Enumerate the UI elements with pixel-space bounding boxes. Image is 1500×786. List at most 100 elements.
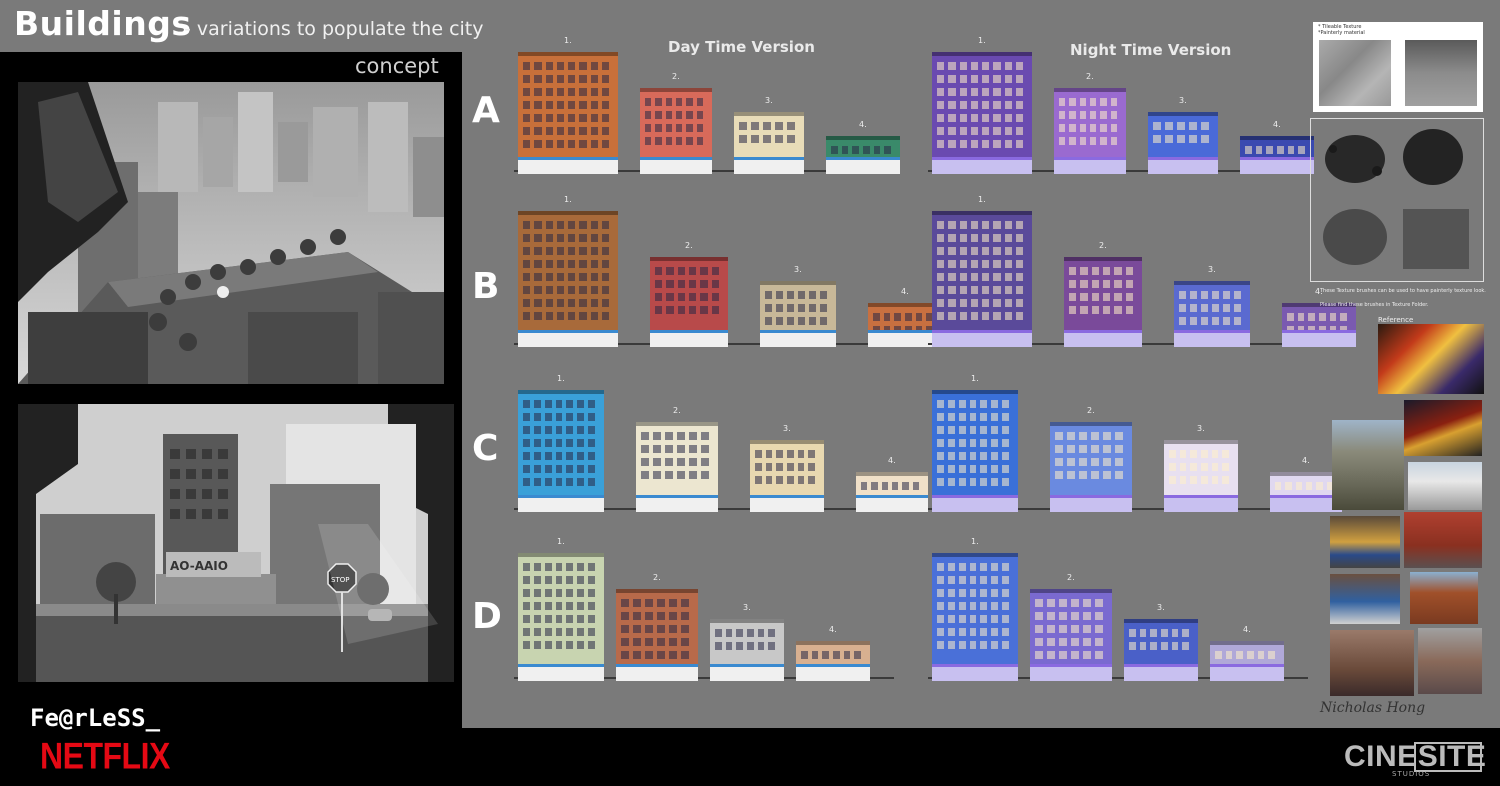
building-window [711, 293, 719, 301]
building-window [1004, 62, 1012, 70]
building-window [948, 247, 956, 255]
building-window [947, 602, 955, 610]
building-window [568, 140, 576, 148]
building-window [1319, 313, 1326, 321]
building-night-a2 [1054, 88, 1126, 174]
building-window [1103, 280, 1111, 288]
building-window [970, 101, 978, 109]
building-window [937, 88, 945, 96]
building-window [555, 576, 563, 584]
building-window [970, 127, 978, 135]
building-window [1298, 146, 1305, 154]
building-window [991, 426, 999, 434]
building-window [556, 286, 564, 294]
building-window [621, 625, 629, 633]
building-window [601, 247, 609, 255]
building-window [566, 628, 574, 636]
building-window [776, 463, 783, 471]
building-window [1059, 612, 1067, 620]
building-night-a3 [1148, 112, 1218, 174]
building-window [523, 299, 531, 307]
texture-note: * Tileable Texture *Painterly material [1318, 24, 1365, 36]
building-window [545, 101, 553, 109]
building-number-day-d3: 3. [743, 603, 751, 612]
building-window [959, 88, 967, 96]
building-window [970, 260, 978, 268]
building-window [822, 651, 829, 659]
building-window [991, 563, 999, 571]
building-number-night-d1: 1. [971, 537, 979, 546]
building-window [1002, 465, 1009, 473]
building-window [566, 602, 574, 610]
building-window [1125, 267, 1133, 275]
building-window [1069, 124, 1076, 132]
building-window [566, 452, 574, 460]
building-window [566, 426, 574, 434]
building-window [1182, 642, 1189, 650]
building-window [980, 641, 988, 649]
building-window [982, 247, 990, 255]
building-window [991, 465, 999, 473]
building-window [959, 75, 967, 83]
building-window [545, 114, 553, 122]
building-window [621, 651, 629, 659]
building-window [1004, 140, 1012, 148]
building-window [601, 286, 609, 294]
building-window [533, 602, 541, 610]
building-window [577, 576, 585, 584]
building-window [590, 127, 598, 135]
building-window [1114, 280, 1122, 288]
building-window [1055, 458, 1063, 466]
building-window [1277, 146, 1284, 154]
building-storefront [518, 664, 604, 681]
building-window [937, 234, 945, 242]
building-window [566, 576, 574, 584]
building-storefront [1030, 664, 1112, 681]
building-window [970, 88, 978, 96]
day-version-title: Day Time Version [668, 38, 815, 56]
building-storefront [710, 664, 784, 681]
building-window [657, 638, 665, 646]
building-window [970, 312, 978, 320]
building-window [982, 75, 990, 83]
building-window [523, 439, 530, 447]
building-window [556, 62, 564, 70]
building-window [808, 463, 815, 471]
building-window [1100, 124, 1107, 132]
building-window [958, 589, 966, 597]
building-window [1002, 478, 1009, 486]
building-window [1266, 146, 1273, 154]
building-window [533, 452, 541, 460]
building-storefront [750, 495, 824, 512]
building-window [798, 317, 805, 325]
building-day-d1 [518, 553, 604, 681]
building-window [959, 299, 967, 307]
building-window [797, 450, 805, 458]
building-window [765, 450, 773, 458]
building-window [948, 273, 956, 281]
building-number-day-b4: 4. [901, 287, 909, 296]
building-window [696, 124, 703, 132]
building-window [645, 612, 653, 620]
building-window [958, 439, 966, 447]
building-window [982, 127, 990, 135]
building-window [980, 465, 988, 473]
building-window [958, 615, 966, 623]
building-window [523, 140, 531, 148]
building-window [1095, 612, 1103, 620]
building-window [947, 426, 955, 434]
building-window [588, 563, 595, 571]
building-storefront [518, 157, 618, 174]
building-window [601, 312, 609, 320]
building-window [982, 234, 990, 242]
building-window [905, 313, 912, 321]
building-window [1100, 137, 1107, 145]
building-window [544, 615, 552, 623]
cinesite-logo: CINESITE STUDIOS [1344, 740, 1486, 778]
building-window [579, 62, 587, 70]
building-storefront [1064, 330, 1142, 347]
building-window [1015, 62, 1023, 70]
building-window [645, 111, 652, 119]
building-window [1059, 111, 1066, 119]
building-storefront [856, 495, 928, 512]
